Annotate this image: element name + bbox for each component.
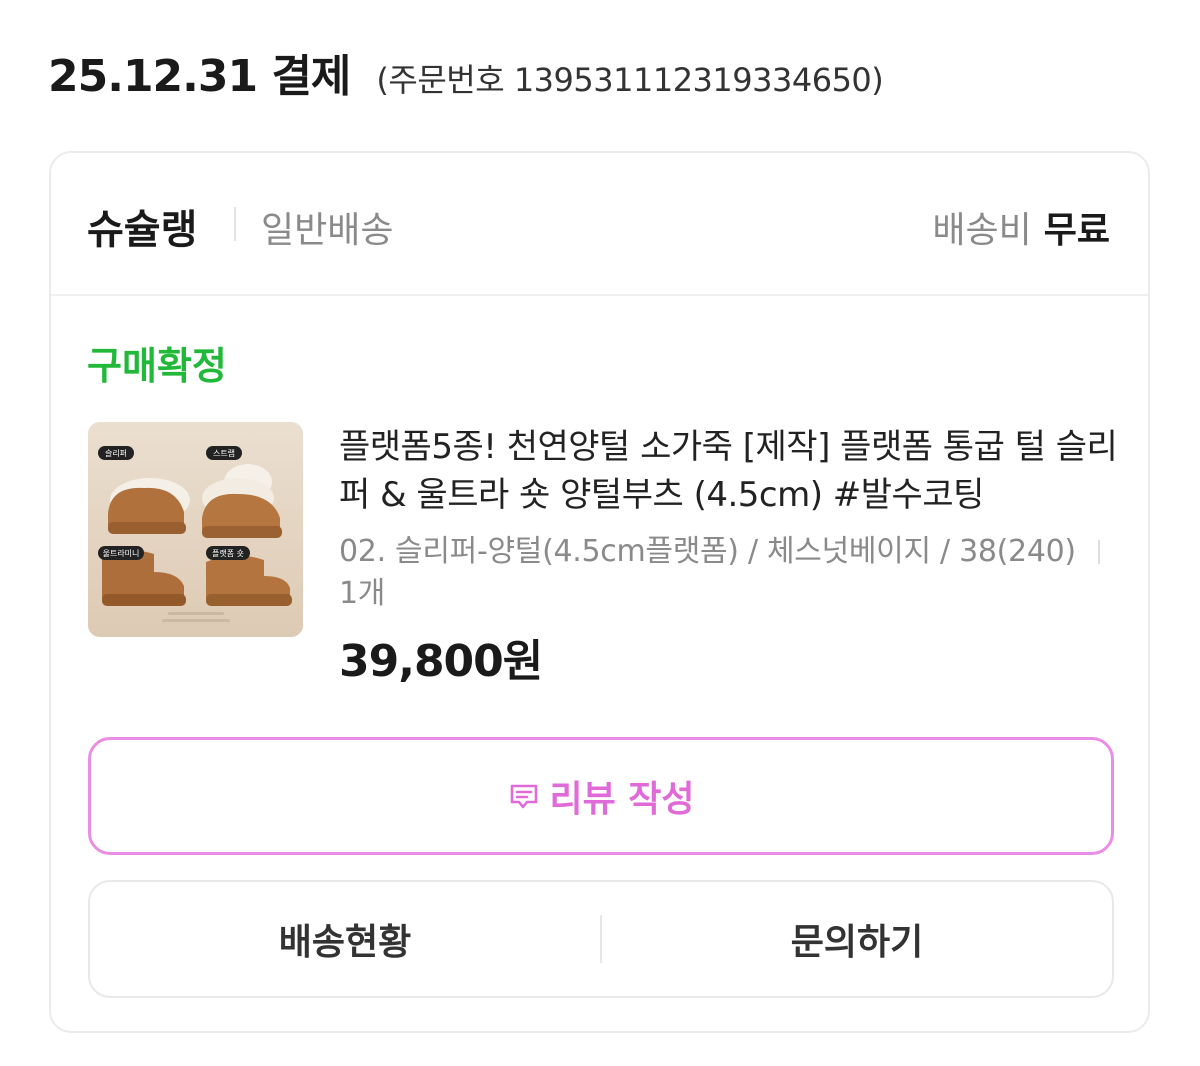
- order-detail-page: 25.12.31 결제 (주문번호 13953111231​9334650) 슈…: [0, 0, 1200, 1066]
- product-title[interactable]: 플랫폼5종! 천연양털 소가죽 [제작] 플랫폼 통굽 털 슬리퍼 & 울트라 …: [339, 423, 1119, 519]
- order-card: 슈슐랭 일반배송 배송비 무료 구매확정 슬리퍼 스트랩 울트라미니 플랫폼 숏…: [49, 151, 1150, 1033]
- order-number: (주문번호 13953111231​9334650): [376, 61, 884, 99]
- product-price: 39,800원: [339, 636, 543, 687]
- order-header: 25.12.31 결제 (주문번호 13953111231​9334650): [48, 40, 884, 104]
- shipping-fee-label: 배송비: [932, 210, 1032, 251]
- thumb-label-platform-short: 플랫폼 숏: [212, 548, 244, 558]
- write-review-button[interactable]: 리뷰 작성: [88, 737, 1114, 855]
- seller-header: 슈슐랭 일반배송 배송비 무료: [51, 153, 1148, 296]
- order-date: 25.12.31 결제: [48, 51, 351, 102]
- shipping-fee-value: 무료: [1043, 210, 1110, 251]
- divider: [234, 207, 236, 241]
- quantity: 1개: [339, 576, 386, 611]
- option-text: 02. 슬리퍼-양털(4.5cm플랫폼) / 체스넛베이지 / 38(240): [339, 534, 1076, 569]
- shipping-fee: 배송비 무료: [932, 201, 1110, 253]
- product-image: 슬리퍼 스트랩 울트라미니 플랫폼 숏: [88, 422, 303, 637]
- order-status: 구매확정: [87, 344, 227, 388]
- product-option: 02. 슬리퍼-양털(4.5cm플랫폼) / 체스넛베이지 / 38(240) 1…: [339, 531, 1119, 615]
- thumb-label-strap: 스트랩: [213, 449, 235, 458]
- inquiry-button[interactable]: 문의하기: [602, 913, 1112, 965]
- seller-name[interactable]: 슈슐랭: [87, 197, 197, 255]
- delivery-type: 일반배송: [261, 210, 394, 251]
- action-row: 배송현황 문의하기: [88, 880, 1114, 998]
- product-thumbnail[interactable]: 슬리퍼 스트랩 울트라미니 플랫폼 숏: [88, 422, 303, 637]
- delivery-status-button[interactable]: 배송현황: [90, 913, 600, 965]
- chat-bubble-icon: [511, 784, 538, 809]
- thumb-label-slipper: 슬리퍼: [105, 448, 127, 458]
- divider: [1097, 540, 1100, 564]
- thumb-label-ultra-mini: 울트라미니: [103, 548, 140, 558]
- write-review-label: 리뷰 작성: [549, 779, 695, 820]
